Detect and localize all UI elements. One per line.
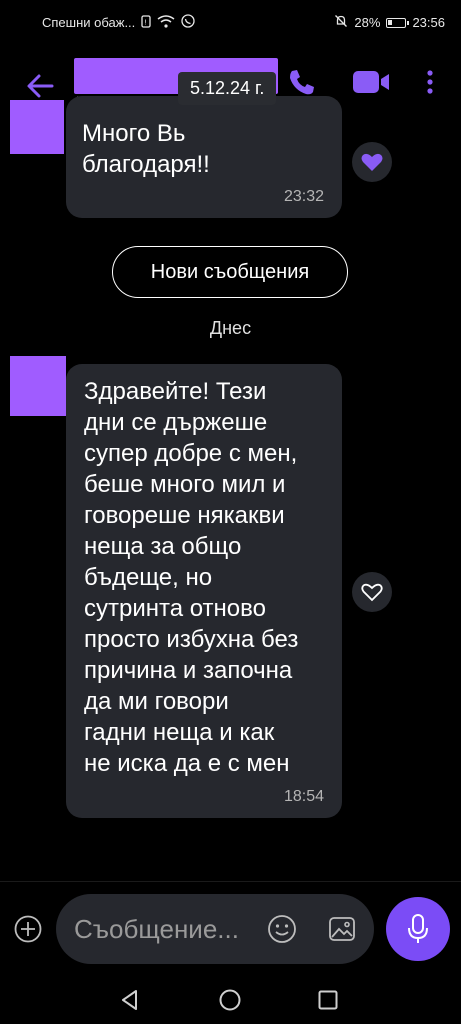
day-separator: Днес [209, 318, 252, 338]
svg-text:!: ! [144, 18, 147, 26]
wifi-icon [157, 14, 175, 31]
message-text: Много Вь благодаря!! [82, 120, 210, 178]
clock: 23:56 [412, 15, 445, 30]
more-options-button[interactable] [420, 66, 440, 102]
heart-outline-icon [361, 583, 383, 602]
message-bubble[interactable]: Здравейте! Тези дни се държеше супер доб… [66, 364, 342, 818]
heart-icon [361, 153, 383, 171]
carrier-text: Спешни обаж... [42, 15, 136, 30]
circle-home-icon [219, 989, 241, 1011]
video-icon [353, 71, 389, 93]
bell-muted-icon [334, 14, 348, 31]
attach-button[interactable] [12, 913, 44, 945]
more-icon [427, 70, 433, 94]
status-left: Спешни обаж... ! [42, 14, 195, 31]
back-arrow-icon [27, 74, 54, 98]
message-text: Здравейте! Тези дни се държеше супер доб… [84, 378, 299, 777]
message-bubble[interactable]: Много Вь благодаря!! 23:32 [66, 96, 342, 218]
plus-icon [14, 915, 42, 943]
back-button[interactable] [22, 68, 58, 104]
voice-message-button[interactable] [386, 897, 450, 961]
avatar-redacted[interactable] [10, 356, 66, 416]
nav-recents-button[interactable] [316, 988, 340, 1012]
video-call-button[interactable] [350, 66, 394, 102]
mic-icon [408, 914, 428, 943]
nav-back-button[interactable] [118, 988, 142, 1012]
battery-percent: 28% [354, 15, 381, 30]
message-time: 23:32 [283, 188, 324, 205]
phone-icon [290, 70, 314, 95]
square-recents-icon [318, 990, 338, 1010]
triangle-back-icon [122, 990, 137, 1010]
like-button[interactable] [352, 572, 392, 612]
avatar-redacted[interactable] [10, 100, 64, 154]
status-right: 28% 23:56 [334, 14, 445, 31]
status-bar: Спешни обаж... ! 28% 23:56 [0, 0, 461, 44]
battery-icon [386, 17, 410, 28]
viber-icon [181, 14, 195, 31]
new-messages-button[interactable]: Нови съобщения [112, 246, 348, 298]
like-button[interactable] [352, 142, 392, 182]
composer-divider [0, 881, 461, 882]
nav-home-button[interactable] [218, 988, 242, 1012]
gallery-icon [329, 917, 355, 941]
system-nav-bar [0, 972, 461, 1024]
emoji-icon [268, 915, 296, 943]
date-chip: 5.12.24 г. [178, 72, 277, 105]
new-messages-label: Нови съобщения [150, 260, 310, 283]
sim-icon: ! [141, 14, 151, 31]
message-time: 18:54 [283, 788, 324, 805]
gallery-button[interactable] [326, 913, 358, 945]
emoji-button[interactable] [266, 913, 298, 945]
